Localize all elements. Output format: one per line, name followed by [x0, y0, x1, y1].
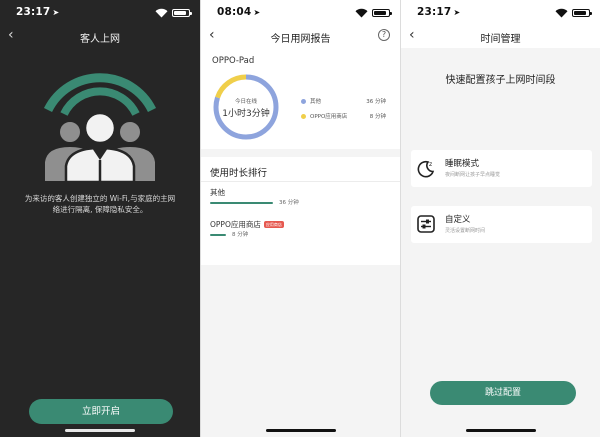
location-arrow-icon: ➤ — [453, 8, 461, 17]
home-indicator — [465, 429, 536, 432]
divider — [201, 181, 400, 182]
guest-network-screen: 23:17 ➤ ‹ 客人上网 为来访的客人创建独立的 Wi-Fi,与家庭的主网络进… — [0, 0, 200, 437]
status-time: 23:17 — [417, 6, 452, 18]
location-arrow-icon: ➤ — [52, 8, 60, 17]
status-time: 23:17 — [16, 6, 51, 18]
app-usage-row[interactable]: 其他 36 分钟 — [210, 187, 390, 217]
app-badge: 应用商店 — [263, 221, 284, 228]
status-bar: 23:17 ➤ — [0, 0, 200, 26]
page-title: 客人上网 — [80, 34, 120, 45]
help-icon[interactable]: ? — [378, 29, 390, 41]
legend-dot — [301, 114, 306, 119]
ranking-title: 使用时长排行 — [210, 168, 268, 179]
device-card: OPPO-Pad 今日在线 1小时3分钟 其他 36 分钟 OPPO应用商店 8… — [201, 48, 400, 149]
usage-ranking-card: 使用时长排行 其他 36 分钟 OPPO应用商店 应用商店 8 分钟 — [201, 157, 400, 265]
legend-item: OPPO应用商店 8 分钟 — [301, 112, 386, 122]
custom-option[interactable]: 自定义 灵活设置断网时间 — [411, 206, 592, 243]
battery-level — [174, 11, 186, 15]
sleep-mode-option[interactable]: z 睡眠模式 夜间断网让孩子早点睡觉 — [411, 150, 592, 187]
option-title: 睡眠模式 — [445, 159, 480, 169]
status-bar: 08:04 ➤ — [201, 0, 400, 26]
status-bar: 23:17 ➤ — [401, 0, 600, 26]
guests-wifi-icon — [43, 73, 157, 182]
battery-icon — [572, 9, 592, 17]
time-management-screen: 23:17 ➤ ‹ 时间管理 快速配置孩子上网时间段 z 睡眠模式 夜间断网让孩子… — [401, 0, 600, 437]
app-name: 其他 — [210, 188, 225, 197]
option-title: 自定义 — [445, 215, 471, 225]
ring-value: 1小时3分钟 — [222, 109, 270, 119]
location-arrow-icon: ➤ — [253, 8, 261, 17]
status-time: 08:04 — [217, 6, 252, 18]
usage-bar — [210, 202, 273, 204]
enable-now-button[interactable]: 立即开启 — [29, 399, 173, 424]
usage-duration: 8 分钟 — [232, 232, 249, 238]
app-usage-row[interactable]: OPPO应用商店 应用商店 8 分钟 — [210, 219, 390, 249]
svg-text:z: z — [429, 161, 432, 168]
legend-item: 其他 36 分钟 — [301, 97, 386, 107]
wifi-icon — [355, 8, 368, 18]
page-title: 时间管理 — [480, 34, 521, 45]
ring-label: 今日在线 — [234, 99, 257, 105]
battery-icon — [172, 9, 192, 17]
battery-icon — [372, 9, 392, 17]
legend-value: 8 分钟 — [369, 114, 386, 120]
battery-level — [374, 11, 386, 15]
home-indicator — [65, 429, 135, 432]
wifi-icon — [155, 8, 168, 18]
guest-description: 为来访的客人创建独立的 Wi-Fi,与家庭的主网络进行隔离, 保障隐私安全。 — [24, 194, 176, 214]
legend-dot — [301, 99, 306, 104]
legend-name: OPPO应用商店 — [310, 114, 348, 120]
battery-level — [574, 11, 586, 15]
wifi-icon — [555, 8, 568, 18]
nav-bar: ‹ 时间管理 — [401, 26, 600, 48]
device-name: OPPO-Pad — [212, 56, 255, 66]
nav-bar: ‹ 客人上网 — [0, 26, 200, 48]
skip-config-button[interactable]: 跳过配置 — [430, 381, 576, 405]
option-subtitle: 夜间断网让孩子早点睡觉 — [445, 172, 501, 178]
app-name: OPPO应用商店 应用商店 — [210, 220, 284, 229]
legend-name: 其他 — [310, 99, 322, 105]
custom-settings-icon — [417, 215, 435, 233]
option-subtitle: 灵活设置断网时间 — [445, 228, 486, 234]
usage-bar — [210, 234, 226, 236]
home-indicator — [265, 429, 336, 432]
sleep-mode-icon: z — [417, 160, 435, 178]
daily-report-screen: 08:04 ➤ ‹ 今日用网报告 ? OPPO-Pad 今日在线 1小时3分钟 其… — [201, 0, 400, 437]
page-title: 今日用网报告 — [270, 34, 331, 45]
headline: 快速配置孩子上网时间段 — [445, 75, 556, 86]
legend-value: 36 分钟 — [366, 99, 386, 105]
usage-duration: 36 分钟 — [279, 200, 299, 206]
nav-bar: ‹ 今日用网报告 ? — [201, 26, 400, 48]
